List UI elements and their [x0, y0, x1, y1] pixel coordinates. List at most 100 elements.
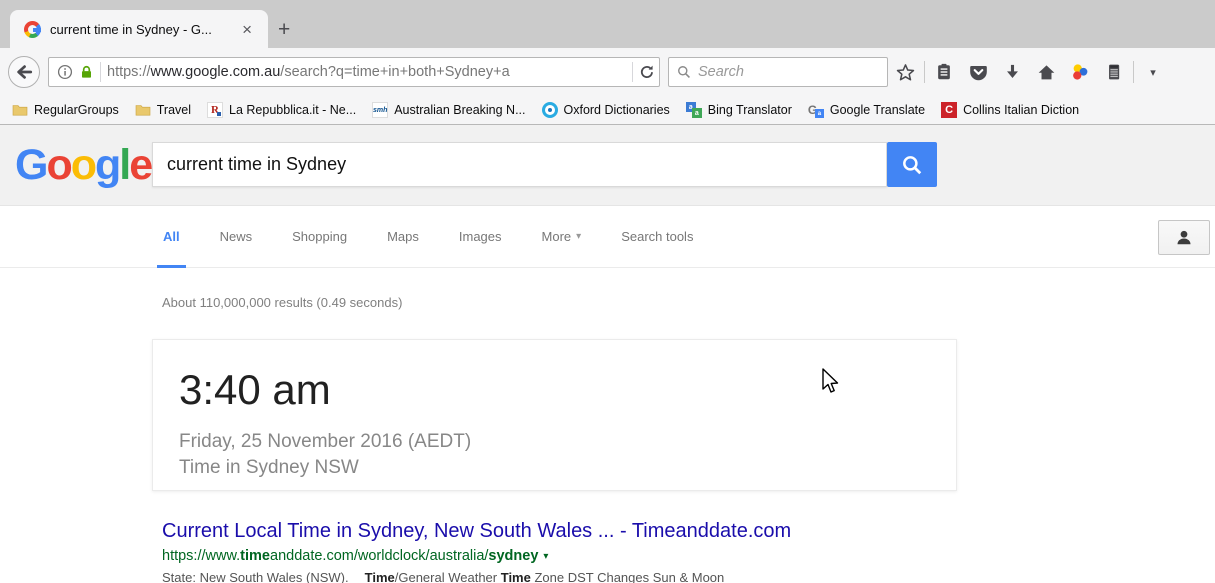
tab-search-tools[interactable]: Search tools: [621, 206, 693, 268]
tab-maps[interactable]: Maps: [387, 206, 419, 268]
bookmark-google-translate[interactable]: G a Google Translate: [800, 96, 933, 124]
pocket-button[interactable]: [961, 56, 995, 88]
star-icon: [896, 63, 915, 82]
search-category-tabs: All News Shopping Maps Images More▾ Sear…: [0, 206, 1215, 268]
tab-more[interactable]: More▾: [542, 206, 582, 268]
overflow-menu-button[interactable]: ▾: [1136, 56, 1170, 88]
bookmark-star-button[interactable]: [888, 56, 922, 88]
translate-tile: a: [815, 109, 824, 118]
bookmark-australian-breaking-news[interactable]: smh Australian Breaking N...: [364, 96, 533, 124]
bookmark-label: RegularGroups: [34, 103, 119, 117]
url-segment: anddate.com/worldclock/australia/: [270, 548, 488, 564]
pocket-icon: [969, 63, 988, 82]
url-protocol: https://: [107, 64, 151, 80]
google-favicon: [24, 21, 41, 38]
snippet-segment: State: New South Wales (NSW).: [162, 570, 349, 583]
notebook-icon: [1105, 63, 1123, 81]
current-date: Friday, 25 November 2016 (AEDT): [179, 429, 956, 455]
tab-label: Images: [459, 229, 502, 244]
firefox-search-bar[interactable]: [668, 57, 888, 87]
current-time: 3:40 am: [179, 366, 956, 414]
toolbar-divider: [924, 61, 925, 83]
tab-label: Shopping: [292, 229, 347, 244]
result-snippet: State: New South Wales (NSW).Time/Genera…: [162, 570, 1215, 583]
https-lock-icon[interactable]: [79, 64, 94, 80]
snippet-segment-bold: Time: [365, 570, 395, 583]
bookmark-label: Travel: [157, 103, 191, 117]
logo-letter: e: [129, 141, 151, 189]
downloads-button[interactable]: [995, 56, 1029, 88]
urlbar-divider: [632, 62, 633, 82]
translator-tile: a: [692, 108, 702, 118]
new-tab-button[interactable]: +: [268, 18, 304, 48]
tab-all[interactable]: All: [163, 206, 180, 268]
close-tab-icon[interactable]: ×: [236, 19, 258, 40]
notes-extension-button[interactable]: [1097, 56, 1131, 88]
repubblica-favicon: R: [207, 102, 223, 118]
chevron-down-icon: ▾: [576, 231, 581, 242]
bookmarks-menu-button[interactable]: [927, 56, 961, 88]
bookmark-folder-regulargroups[interactable]: RegularGroups: [4, 96, 127, 124]
time-location: Time in Sydney NSW: [179, 455, 956, 481]
tab-shopping[interactable]: Shopping: [292, 206, 347, 268]
google-logo[interactable]: Google: [15, 141, 151, 190]
bookmark-la-repubblica[interactable]: R La Repubblica.it - Ne...: [199, 96, 364, 124]
tab-label: All: [163, 229, 180, 244]
collins-favicon: C: [941, 102, 957, 118]
urlbar-divider: [100, 62, 101, 82]
url-domain: www.google.com.au: [151, 64, 281, 80]
folder-icon: [135, 102, 151, 118]
reload-icon[interactable]: [639, 64, 655, 80]
tab-images[interactable]: Images: [459, 206, 502, 268]
person-icon: [1174, 228, 1194, 248]
colored-dots-icon: [1070, 62, 1090, 82]
oxford-target-favicon: [542, 102, 558, 118]
bookmark-bing-translator[interactable]: a a Bing Translator: [678, 96, 800, 124]
bookmark-folder-travel[interactable]: Travel: [127, 96, 199, 124]
extension-colored-dots-button[interactable]: [1063, 56, 1097, 88]
result-options-chevron-icon[interactable]: ▾: [543, 551, 548, 562]
page-info-icon[interactable]: [57, 64, 73, 80]
navigation-toolbar: https://www.google.com.au/search?q=time+…: [0, 48, 1215, 96]
google-search-header: Google: [0, 125, 1215, 206]
url-path: /search?q=time+in+both+Sydney+a: [280, 64, 509, 80]
result-url-text: https://www.timeanddate.com/worldclock/a…: [162, 548, 538, 564]
search-input[interactable]: [698, 64, 879, 80]
google-query-input[interactable]: [152, 142, 887, 187]
bookmark-oxford-dictionaries[interactable]: Oxford Dictionaries: [534, 96, 678, 124]
download-arrow-icon: [1003, 63, 1022, 82]
results-stats: About 110,000,000 results (0.49 seconds): [162, 295, 1215, 310]
bookmark-label: Oxford Dictionaries: [564, 103, 670, 117]
tab-news[interactable]: News: [220, 206, 253, 268]
back-arrow-icon: [15, 63, 33, 81]
google-translate-favicon: G a: [808, 102, 824, 118]
sign-in-avatar-button[interactable]: [1158, 220, 1210, 255]
page-content: Google All News Shopping Maps Images Mor…: [0, 125, 1215, 582]
home-button[interactable]: [1029, 56, 1063, 88]
chevron-down-icon: ▾: [1150, 66, 1156, 79]
browser-tab[interactable]: current time in Sydney - G... ×: [10, 10, 268, 48]
tab-strip: current time in Sydney - G... × +: [0, 0, 1215, 48]
bookmark-label: Australian Breaking N...: [394, 103, 525, 117]
url-text[interactable]: https://www.google.com.au/search?q=time+…: [107, 64, 626, 80]
bookmark-label: Google Translate: [830, 103, 925, 117]
back-button[interactable]: [8, 56, 40, 88]
bookmark-collins-dictionary[interactable]: C Collins Italian Diction: [933, 96, 1087, 124]
bookmarks-toolbar: RegularGroups Travel R La Repubblica.it …: [0, 96, 1215, 125]
result-url: https://www.timeanddate.com/worldclock/a…: [162, 548, 1215, 564]
google-search-button[interactable]: [887, 142, 937, 187]
folder-icon: [12, 102, 28, 118]
logo-letter: l: [119, 141, 129, 189]
logo-letter: o: [71, 141, 95, 189]
logo-letter: o: [46, 141, 70, 189]
smh-favicon: smh: [372, 102, 388, 118]
tab-label: Maps: [387, 229, 419, 244]
toolbar-divider: [1133, 61, 1134, 83]
tab-title: current time in Sydney - G...: [50, 22, 227, 37]
snippet-segment-bold: Time: [501, 570, 531, 583]
tab-label: News: [220, 229, 253, 244]
url-bar[interactable]: https://www.google.com.au/search?q=time+…: [48, 57, 660, 87]
search-result: Current Local Time in Sydney, New South …: [162, 520, 1215, 583]
result-title-link[interactable]: Current Local Time in Sydney, New South …: [162, 520, 1215, 543]
clipboard-list-icon: [935, 63, 953, 81]
